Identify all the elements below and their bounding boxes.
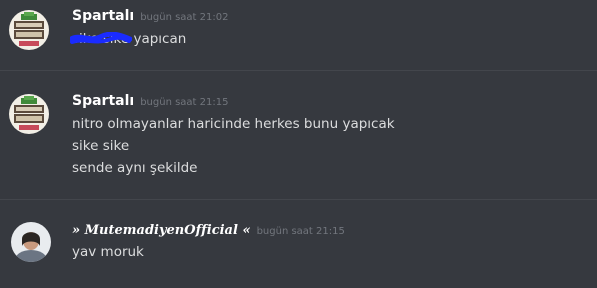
- author-avatar[interactable]: [9, 94, 49, 134]
- author-name[interactable]: » 𝑴𝒖𝒕𝒆𝒎𝒂𝒅𝒊𝒚𝒆𝒏𝑶𝒇𝒇𝒊𝒄𝒊𝒂𝒍 «: [72, 223, 251, 238]
- message-line: sike sike: [72, 138, 130, 154]
- message-group-1: Spartalı bugün saat 21:02 sike sike yapı…: [0, 0, 597, 70]
- craft-logo-icon: [9, 94, 49, 134]
- scribbled-text: sike sike: [70, 31, 132, 47]
- message-line: sende aynı şekilde: [72, 160, 198, 176]
- message-line: yav moruk: [72, 244, 144, 260]
- author-avatar[interactable]: [9, 10, 49, 50]
- author-name[interactable]: Spartalı: [72, 8, 134, 24]
- message-group-3: » 𝑴𝒖𝒕𝒆𝒎𝒂𝒅𝒊𝒚𝒆𝒏𝑶𝒇𝒇𝒊𝒄𝒊𝒂𝒍 « bugün saat 21:15…: [0, 200, 597, 288]
- user-photo-icon: [11, 222, 51, 262]
- author-avatar[interactable]: [11, 222, 51, 262]
- message-text: yapıcan: [133, 31, 187, 47]
- message-line: nitro olmayanlar haricinde herkes bunu y…: [72, 116, 395, 132]
- craft-logo-icon: [9, 10, 49, 50]
- message-timestamp[interactable]: bugün saat 21:02: [140, 12, 228, 23]
- message-timestamp[interactable]: bugün saat 21:15: [140, 97, 228, 108]
- message-content: sike sike yapıcan: [70, 31, 187, 47]
- author-name[interactable]: Spartalı: [72, 93, 134, 109]
- message-group-2: Spartalı bugün saat 21:15 nitro olmayanl…: [0, 71, 597, 199]
- message-timestamp[interactable]: bugün saat 21:15: [257, 226, 345, 237]
